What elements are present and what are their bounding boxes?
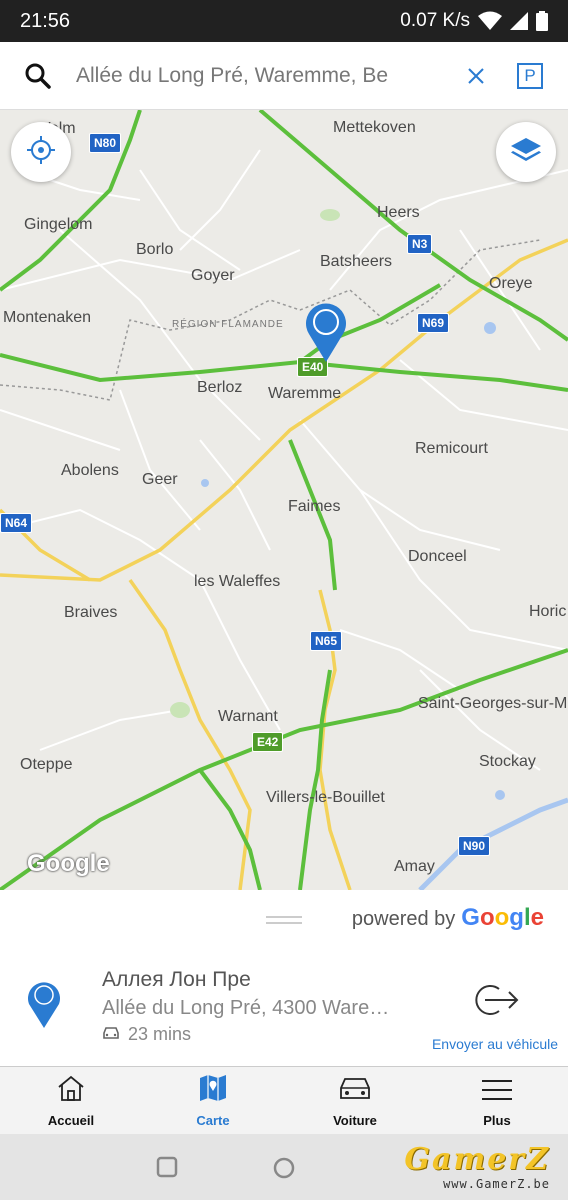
road-shield: N64 [0,513,33,533]
battery-icon [536,11,548,31]
map-place-label: Oteppe [20,756,73,773]
menu-icon [481,1078,513,1107]
watermark-logo: GamerZ [404,1142,550,1177]
send-to-vehicle-label: Envoyer au véhicule [431,1036,559,1052]
network-speed: 0.07 K/s [400,10,470,31]
map-place-label: Saint-Georges-sur-Me [418,695,568,712]
result-title: Аллея Лон Пре [102,968,251,991]
search-result-item[interactable]: Аллея Лон Пре Allée du Long Pré, 4300 Wa… [0,962,568,1062]
signal-icon [510,12,528,30]
my-location-button[interactable] [11,122,71,182]
map-place-label: Stockay [479,753,536,770]
map-place-label: Braives [64,604,118,621]
status-time: 21:56 [20,9,71,32]
map-place-label: Gingelom [24,216,93,233]
map-place-label: Mettekoven [333,119,416,136]
nav-label: Carte [196,1113,230,1128]
layers-button[interactable] [496,122,556,182]
road-shield: N65 [310,631,343,651]
nav-label: Accueil [47,1113,95,1128]
send-arrow-icon [469,983,521,1022]
results-sheet: powered by Google Аллея Лон Пре Allée du… [0,890,568,1066]
layers-icon [509,136,543,169]
nav-item-accueil[interactable]: Accueil [0,1067,142,1134]
map-place-label: Remicourt [415,440,488,457]
wifi-icon [478,11,502,31]
close-icon[interactable] [448,67,504,85]
parking-button[interactable]: P [504,62,556,89]
nav-item-voiture[interactable]: Voiture [284,1067,426,1134]
road-shield: N3 [407,234,433,254]
nav-item-plus[interactable]: Plus [426,1067,568,1134]
map-place-label: Batsheers [320,253,393,270]
drag-handle[interactable] [266,916,302,926]
nav-label: Voiture [333,1113,377,1128]
google-logo: Google [461,904,544,931]
map-place-label: Villers-le-Bouillet [266,789,385,806]
google-attribution-logo: Google [27,850,110,877]
duration-text: 23 mins [128,1024,192,1044]
map-place-label: Horic [529,603,567,620]
nav-label: Plus [483,1113,511,1128]
map-place-label: Berloz [197,379,243,396]
map-place-label: les Waleffes [194,573,281,590]
watermark: GamerZ www.GamerZ.be [404,1142,550,1191]
map-place-label: Oreye [489,275,533,292]
bottom-navigation: Accueil Carte Voiture Plus [0,1066,568,1134]
location-pin-icon [26,978,62,1035]
result-address: Allée du Long Pré, 4300 Ware… [102,997,390,1019]
road-shield: N90 [458,836,491,856]
status-bar: 21:56 0.07 K/s [0,0,568,42]
map-place-label: Geer [142,471,178,488]
road-shield: N69 [417,313,450,333]
map-view[interactable]: Velm Mettekoven Gingelom Borlo Heers Goy… [0,110,568,890]
map-place-label: Faimes [288,498,341,515]
home-icon [56,1074,86,1107]
search-icon[interactable] [0,63,76,89]
map-region-label: RÉGION FLAMANDE [172,319,284,330]
watermark-url: www.GamerZ.be [443,1177,550,1191]
result-duration: 23 mins [102,1024,191,1045]
road-shield: E42 [252,732,284,752]
map-place-label: Montenaken [3,309,92,326]
parking-icon: P [517,62,543,89]
crosshair-icon [25,134,57,171]
search-input[interactable] [76,63,448,88]
map-place-label: Borlo [136,241,174,258]
powered-by-label: powered by [351,908,456,930]
road-shield: N80 [89,133,122,153]
nav-item-carte[interactable]: Carte [142,1067,284,1134]
location-pin-icon[interactable] [304,302,348,369]
map-place-label: Waremme [268,385,342,402]
car-icon [337,1074,373,1107]
map-place-label: Abolens [61,462,119,479]
powered-by-google: powered by Google [352,904,544,932]
map-place-label: Donceel [408,548,467,565]
map-place-label: Warnant [218,708,278,725]
map-place-label: Heers [377,204,420,221]
map-icon [198,1074,228,1107]
home-button[interactable] [272,1156,296,1185]
recents-button[interactable] [156,1156,178,1183]
search-bar: P [0,42,568,110]
status-indicators: 0.07 K/s [400,10,548,32]
map-place-label: Amay [394,858,435,875]
system-navigation-bar: GamerZ www.GamerZ.be [0,1134,568,1200]
car-icon [102,1024,120,1045]
send-to-vehicle-button[interactable]: Envoyer au véhicule [430,962,560,1052]
map-place-label: Goyer [191,267,235,284]
